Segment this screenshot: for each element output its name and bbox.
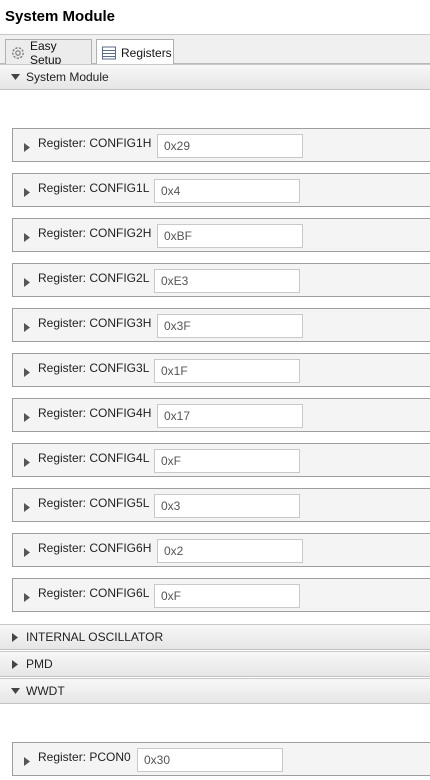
chevron-right-icon (24, 321, 30, 332)
chevron-right-icon (24, 276, 30, 287)
title-bar: System Module (0, 0, 430, 34)
register-row[interactable]: Register: CONFIG3H 0x3F (12, 308, 430, 342)
register-value-field[interactable]: 0x30 (137, 748, 283, 772)
chevron-right-icon (24, 546, 30, 557)
register-label: Register: CONFIG4L (38, 451, 150, 465)
section-internal-oscillator[interactable]: INTERNAL OSCILLATOR (0, 624, 430, 650)
tab-registers-label: Registers (121, 46, 172, 60)
chevron-right-icon (24, 366, 30, 377)
register-row[interactable]: Register: CONFIG2H 0xBF (12, 218, 430, 252)
register-row[interactable]: Register: CONFIG6L 0xF (12, 578, 430, 612)
chevron-right-icon (24, 141, 30, 152)
chevron-down-icon (10, 72, 20, 82)
chevron-right-icon (24, 456, 30, 467)
section-system-module[interactable]: System Module (0, 64, 430, 90)
section-wwdt[interactable]: WWDT (0, 678, 430, 704)
register-row[interactable]: Register: CONFIG4L 0xF (12, 443, 430, 477)
chevron-right-icon (10, 659, 20, 669)
register-row[interactable]: Register: PCON0 0x30 (12, 742, 430, 776)
register-label: Register: CONFIG2L (38, 271, 150, 285)
register-value-field[interactable]: 0x2 (157, 539, 303, 563)
chevron-right-icon (10, 632, 20, 642)
register-label: Register: CONFIG3L (38, 361, 150, 375)
register-row[interactable]: Register: CONFIG1L 0x4 (12, 173, 430, 207)
page-title: System Module (5, 8, 116, 25)
register-label: Register: CONFIG2H (38, 226, 152, 240)
register-value-field[interactable]: 0x3 (154, 494, 300, 518)
chevron-right-icon (24, 501, 30, 512)
tab-easy-setup-label: Easy Setup (30, 38, 62, 67)
section-label: System Module (26, 70, 109, 84)
chevron-right-icon (24, 186, 30, 197)
chevron-right-icon (24, 231, 30, 242)
register-label: Register: CONFIG1L (38, 181, 150, 195)
registers-icon (101, 45, 117, 61)
chevron-right-icon (24, 411, 30, 422)
register-value-field[interactable]: 0x1F (154, 359, 300, 383)
register-label: Register: CONFIG6L (38, 586, 150, 600)
tab-strip: Easy Setup Registers (0, 34, 430, 67)
chevron-right-icon (24, 591, 30, 602)
register-value-field[interactable]: 0xE3 (154, 269, 300, 293)
register-value-field[interactable]: 0x4 (154, 179, 300, 203)
register-label: Register: PCON0 (38, 750, 131, 764)
gear-icon (10, 45, 26, 61)
register-row[interactable]: Register: CONFIG1H 0x29 (12, 128, 430, 162)
register-row[interactable]: Register: CONFIG2L 0xE3 (12, 263, 430, 297)
tab-registers[interactable]: Registers (96, 39, 174, 66)
register-value-field[interactable]: 0xF (154, 584, 300, 608)
register-row[interactable]: Register: CONFIG3L 0x1F (12, 353, 430, 387)
chevron-down-icon (10, 686, 20, 696)
tab-easy-setup[interactable]: Easy Setup (5, 38, 92, 67)
register-label: Register: CONFIG6H (38, 541, 152, 555)
register-row[interactable]: Register: CONFIG5L 0x3 (12, 488, 430, 522)
register-value-field[interactable]: 0x17 (157, 404, 303, 428)
register-value-field[interactable]: 0x3F (157, 314, 303, 338)
section-pmd[interactable]: PMD (0, 651, 430, 677)
register-value-field[interactable]: 0xBF (157, 224, 303, 248)
section-label: INTERNAL OSCILLATOR (26, 630, 164, 644)
section-label: WWDT (26, 684, 65, 698)
register-value-field[interactable]: 0x29 (157, 134, 303, 158)
register-value-field[interactable]: 0xF (154, 449, 300, 473)
section-label: PMD (26, 657, 53, 671)
register-label: Register: CONFIG4H (38, 406, 152, 420)
register-label: Register: CONFIG3H (38, 316, 152, 330)
register-label: Register: CONFIG1H (38, 136, 152, 150)
register-row[interactable]: Register: CONFIG6H 0x2 (12, 533, 430, 567)
register-row[interactable]: Register: CONFIG4H 0x17 (12, 398, 430, 432)
chevron-right-icon (24, 755, 30, 766)
register-label: Register: CONFIG5L (38, 496, 150, 510)
